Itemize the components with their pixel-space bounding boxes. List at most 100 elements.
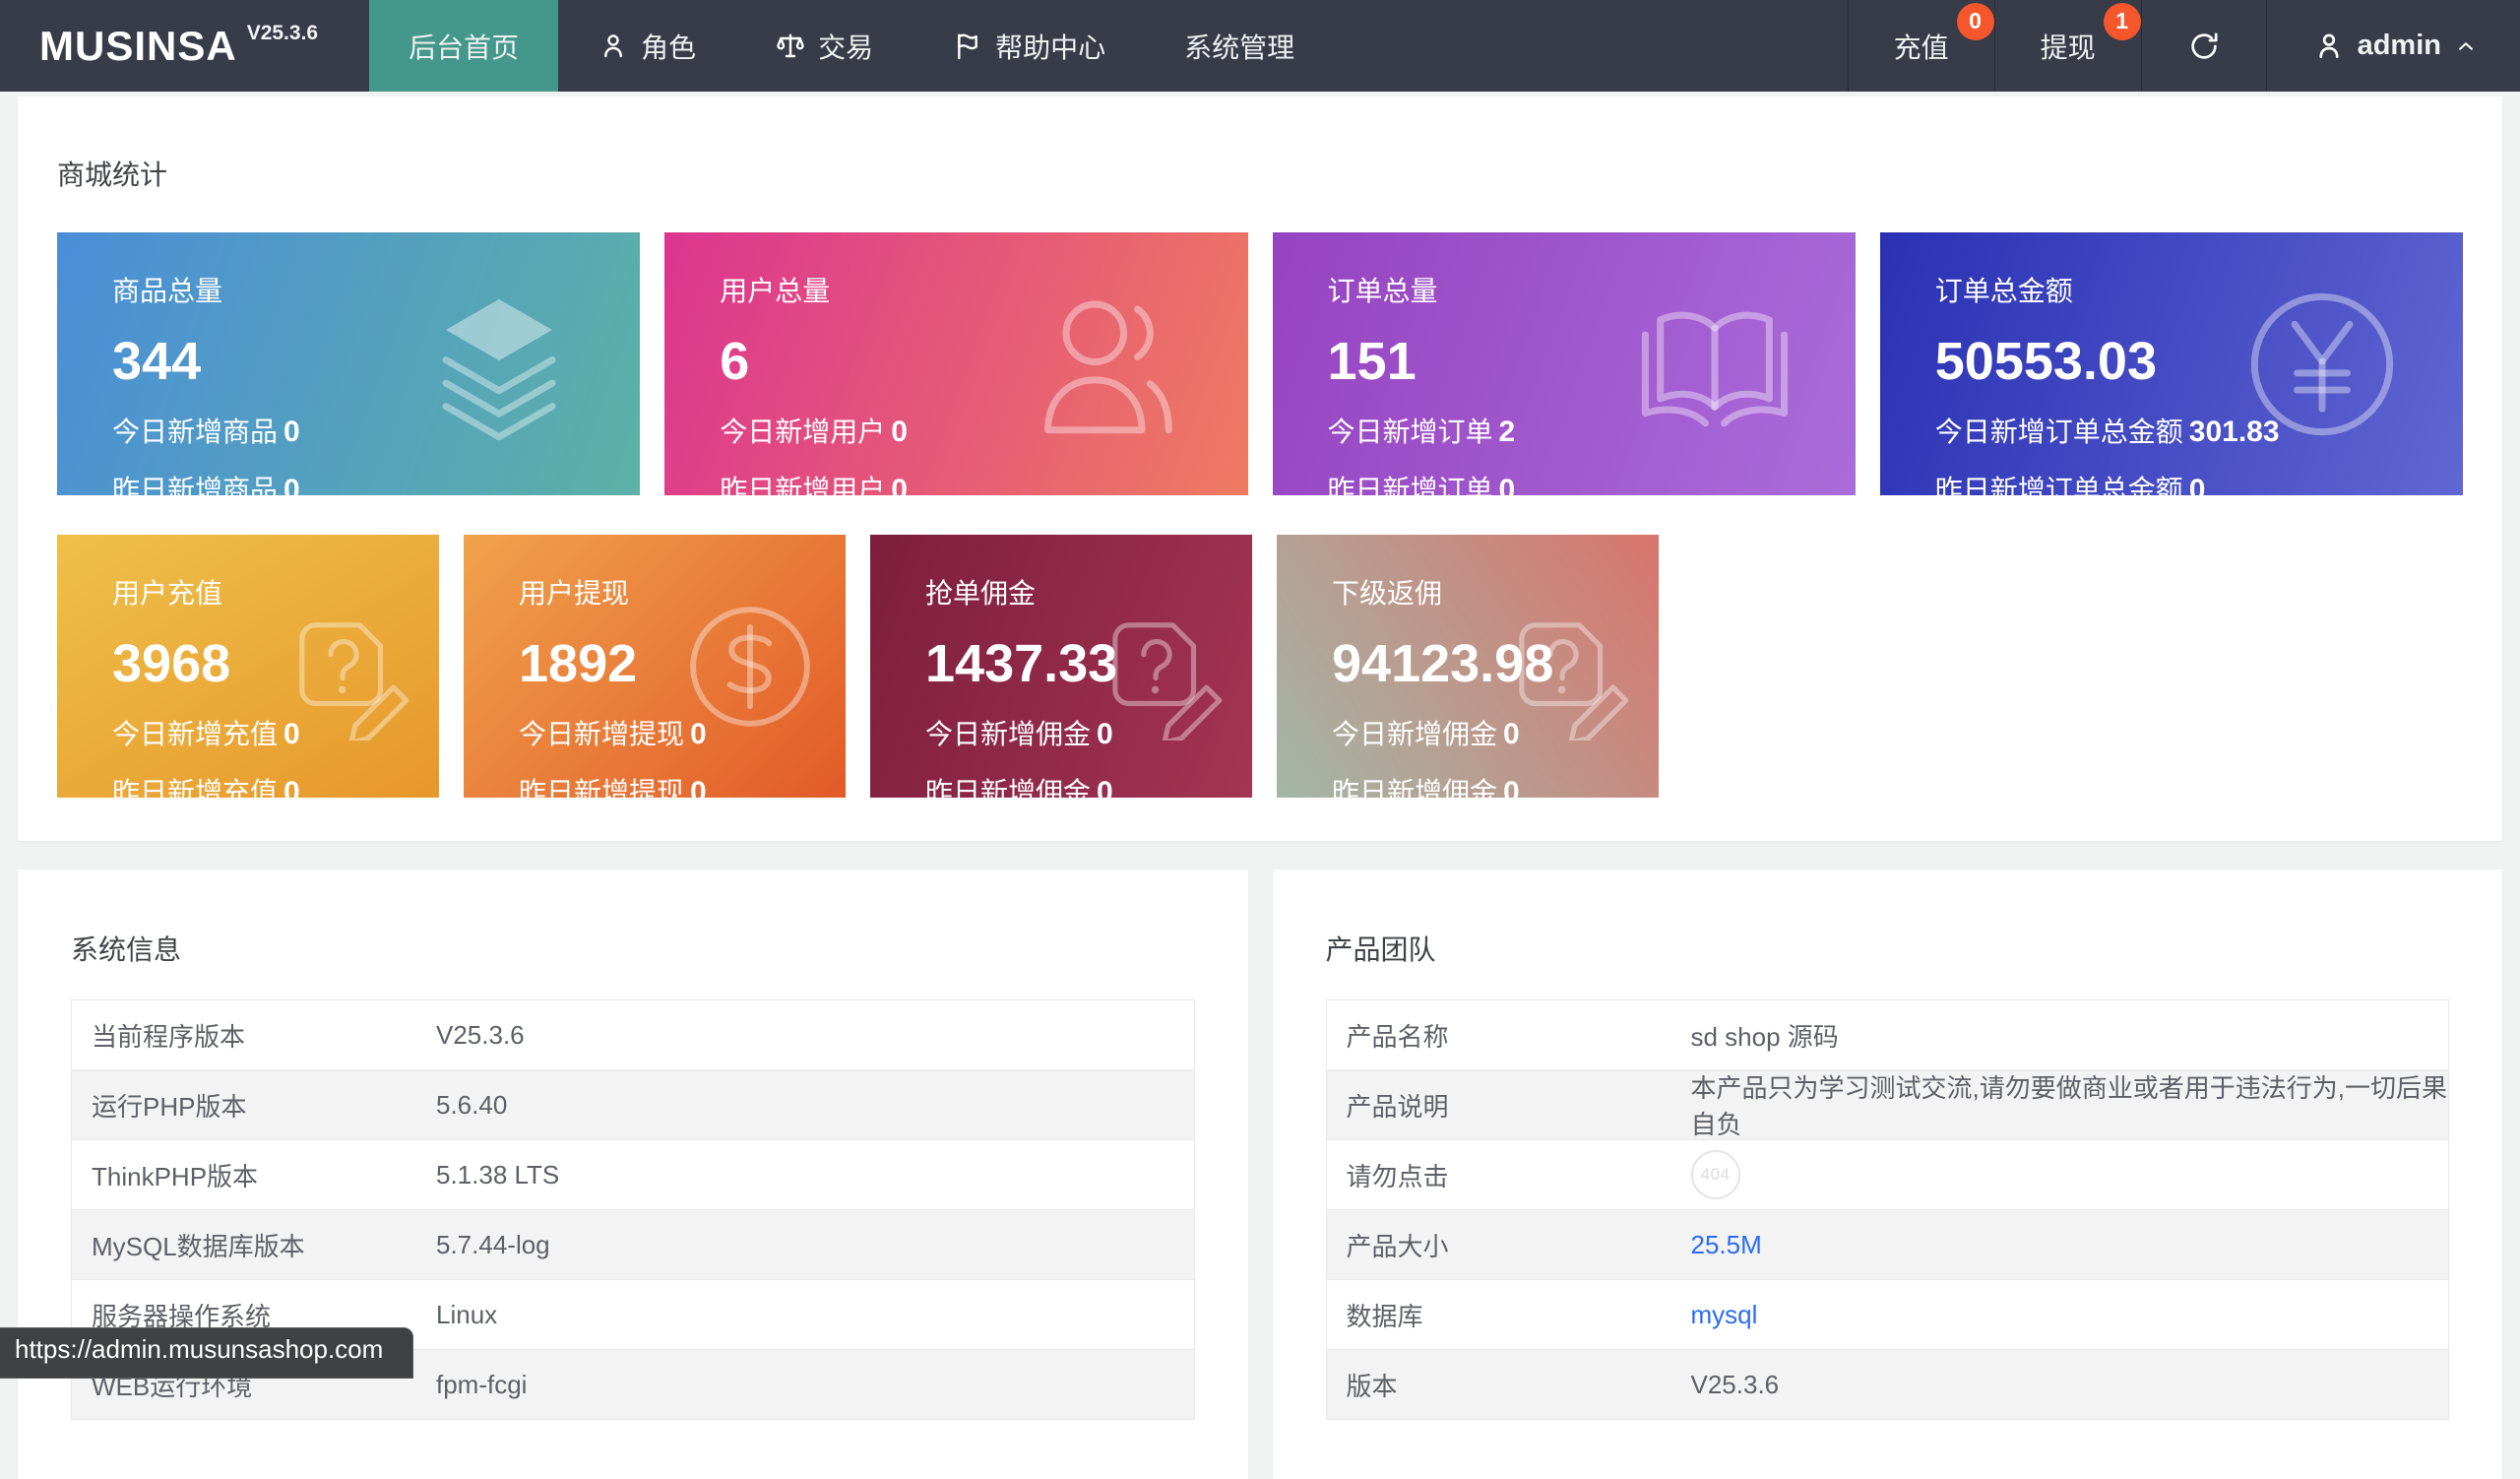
stat-line-label: 昨日新增充值: [112, 777, 278, 798]
stat-line-label: 昨日新增用户: [720, 475, 885, 495]
stat-card-value: 1892: [519, 633, 846, 694]
row-label: WEB运行环境: [72, 1367, 436, 1403]
nav-item-system-settings[interactable]: 系统管理: [1145, 0, 1334, 92]
stat-card-user-withdraw: 用户提现 1892 今日新增提现0 昨日新增提现0: [464, 535, 846, 798]
badge-404[interactable]: 404: [1691, 1150, 1740, 1199]
nav-item-dashboard[interactable]: 后台首页: [369, 0, 558, 92]
stat-line-value: 2: [1499, 416, 1516, 448]
row-label: 产品大小: [1327, 1227, 1691, 1263]
table-row: 产品说明 本产品只为学习测试交流,请勿要做商业或者用于违法行为,一切后果自负: [1327, 1069, 2449, 1139]
stat-line-value: 0: [284, 474, 300, 495]
nav-item-label: 角色: [641, 27, 696, 66]
stat-card-title: 用户总量: [720, 270, 1247, 309]
table-row: 数据库 mysql: [1327, 1279, 2449, 1349]
stat-line-value: 0: [1097, 718, 1113, 750]
table-row: ThinkPHP版本 5.1.38 LTS: [72, 1139, 1194, 1209]
row-value: sd shop 源码: [1691, 1017, 2449, 1054]
nav-item-roles[interactable]: 角色: [558, 0, 735, 92]
admin-username: admin: [2358, 30, 2441, 62]
withdraw-button[interactable]: 提现 1: [1994, 0, 2141, 92]
shop-stats-panel: 商城统计 商品总量 344 今日新增商品0 昨日新增商品0 用户总量 6 今日新…: [18, 96, 2502, 841]
product-size-link[interactable]: 25.5M: [1691, 1230, 1762, 1259]
row-label: ThinkPHP版本: [72, 1157, 436, 1193]
admin-menu[interactable]: admin: [2266, 0, 2520, 92]
table-row: MySQL数据库版本 5.7.44-log: [72, 1209, 1194, 1279]
table-row: 版本 V25.3.6: [1327, 1349, 2449, 1419]
user-icon: [2312, 30, 2346, 63]
recharge-button[interactable]: 充值 0: [1848, 0, 1994, 92]
stat-line-value: 0: [690, 776, 707, 798]
stat-line-label: 今日新增提现: [519, 719, 684, 749]
stat-card-title: 用户充值: [112, 572, 439, 611]
stat-line-value: 0: [284, 416, 300, 448]
stat-line-value: 0: [2189, 474, 2206, 495]
stat-card-title: 商品总量: [112, 270, 640, 309]
row-label: 产品名称: [1327, 1017, 1691, 1054]
stat-line-label: 今日新增用户: [720, 417, 885, 447]
stat-card-users-total: 用户总量 6 今日新增用户0 昨日新增用户0: [664, 232, 1247, 495]
bottom-section: 系统信息 当前程序版本 V25.3.6 运行PHP版本 5.6.40 Think…: [18, 869, 2502, 1479]
stats-section-title: 商城统计: [57, 154, 2463, 193]
table-row: 产品大小 25.5M: [1327, 1209, 2449, 1279]
stat-card-value: 151: [1328, 331, 1856, 392]
row-value: 5.1.38 LTS: [436, 1160, 1194, 1190]
refresh-icon: [2187, 30, 2221, 63]
row-label: 请勿点击: [1327, 1157, 1691, 1193]
row-label: 运行PHP版本: [72, 1087, 436, 1124]
stat-card-title: 订单总金额: [1935, 270, 2463, 309]
system-info-title: 系统信息: [71, 929, 1195, 968]
table-row: 当前程序版本 V25.3.6: [72, 1000, 1194, 1069]
nav-item-label: 帮助中心: [995, 27, 1105, 66]
stat-line-value: 0: [1503, 718, 1520, 750]
stat-line-value: 0: [284, 718, 300, 750]
stat-line-value: 0: [1503, 776, 1520, 798]
stat-card-value: 344: [112, 331, 640, 392]
stat-line-value: 0: [1499, 474, 1516, 495]
row-label: 产品说明: [1327, 1087, 1691, 1124]
stat-line-label: 昨日新增提现: [519, 777, 684, 798]
stat-line-label: 昨日新增订单总金额: [1935, 475, 2183, 495]
stat-card-value: 50553.03: [1935, 331, 2463, 392]
stat-card-title: 用户提现: [519, 572, 846, 611]
stat-line-label: 今日新增商品: [112, 417, 278, 447]
stat-line-value: 0: [891, 416, 908, 448]
withdraw-badge: 1: [2104, 3, 2141, 40]
stat-card-order-amount: 订单总金额 50553.03 今日新增订单总金额301.83 昨日新增订单总金额…: [1880, 232, 2463, 495]
product-team-title: 产品团队: [1326, 929, 2450, 968]
stat-cards-row-1: 商品总量 344 今日新增商品0 昨日新增商品0 用户总量 6 今日新增用户0 …: [57, 232, 2463, 495]
stat-card-goods-total: 商品总量 344 今日新增商品0 昨日新增商品0: [57, 232, 640, 495]
row-value: 本产品只为学习测试交流,请勿要做商业或者用于违法行为,一切后果自负: [1691, 1068, 2449, 1141]
stat-card-value: 1437.33: [925, 633, 1252, 694]
row-value: V25.3.6: [1691, 1370, 2449, 1400]
stat-line-value: 301.83: [2189, 416, 2280, 448]
row-value: V25.3.6: [436, 1020, 1194, 1051]
refresh-button[interactable]: [2141, 0, 2266, 92]
flag-icon: [952, 31, 983, 62]
row-label: 当前程序版本: [72, 1017, 436, 1054]
table-row: 请勿点击 404: [1327, 1139, 2449, 1209]
stat-card-title: 下级返佣: [1332, 572, 1659, 611]
row-value: fpm-fcgi: [436, 1370, 1194, 1400]
top-navbar: MUSINSA V25.3.6 后台首页 角色 交易 帮助中心 系统管理 充值 …: [0, 0, 2520, 92]
row-value: Linux: [436, 1300, 1194, 1330]
app-logo: MUSINSA: [39, 23, 237, 70]
nav-item-label: 后台首页: [409, 27, 519, 66]
row-label: MySQL数据库版本: [72, 1227, 436, 1263]
row-value: 5.6.40: [436, 1090, 1194, 1121]
nav-item-help-center[interactable]: 帮助中心: [913, 0, 1145, 92]
recharge-badge: 0: [1957, 3, 1994, 40]
database-link[interactable]: mysql: [1691, 1300, 1758, 1329]
withdraw-label: 提现: [2041, 32, 2096, 63]
nav-item-label: 交易: [818, 27, 873, 66]
stat-line-label: 今日新增订单总金额: [1935, 417, 2183, 447]
table-row: 产品名称 sd shop 源码: [1327, 1000, 2449, 1069]
stat-card-user-recharge: 用户充值 3968 今日新增充值0 昨日新增充值0: [57, 535, 439, 798]
row-label: 数据库: [1327, 1297, 1691, 1333]
stat-line-value: 0: [690, 718, 707, 750]
stat-line-label: 昨日新增订单: [1328, 475, 1493, 495]
scales-icon: [775, 31, 806, 62]
nav-item-trade[interactable]: 交易: [735, 0, 913, 92]
stat-line-value: 0: [891, 474, 908, 495]
main-nav: 后台首页 角色 交易 帮助中心 系统管理: [369, 0, 1334, 92]
stat-line-label: 今日新增佣金: [925, 719, 1091, 749]
